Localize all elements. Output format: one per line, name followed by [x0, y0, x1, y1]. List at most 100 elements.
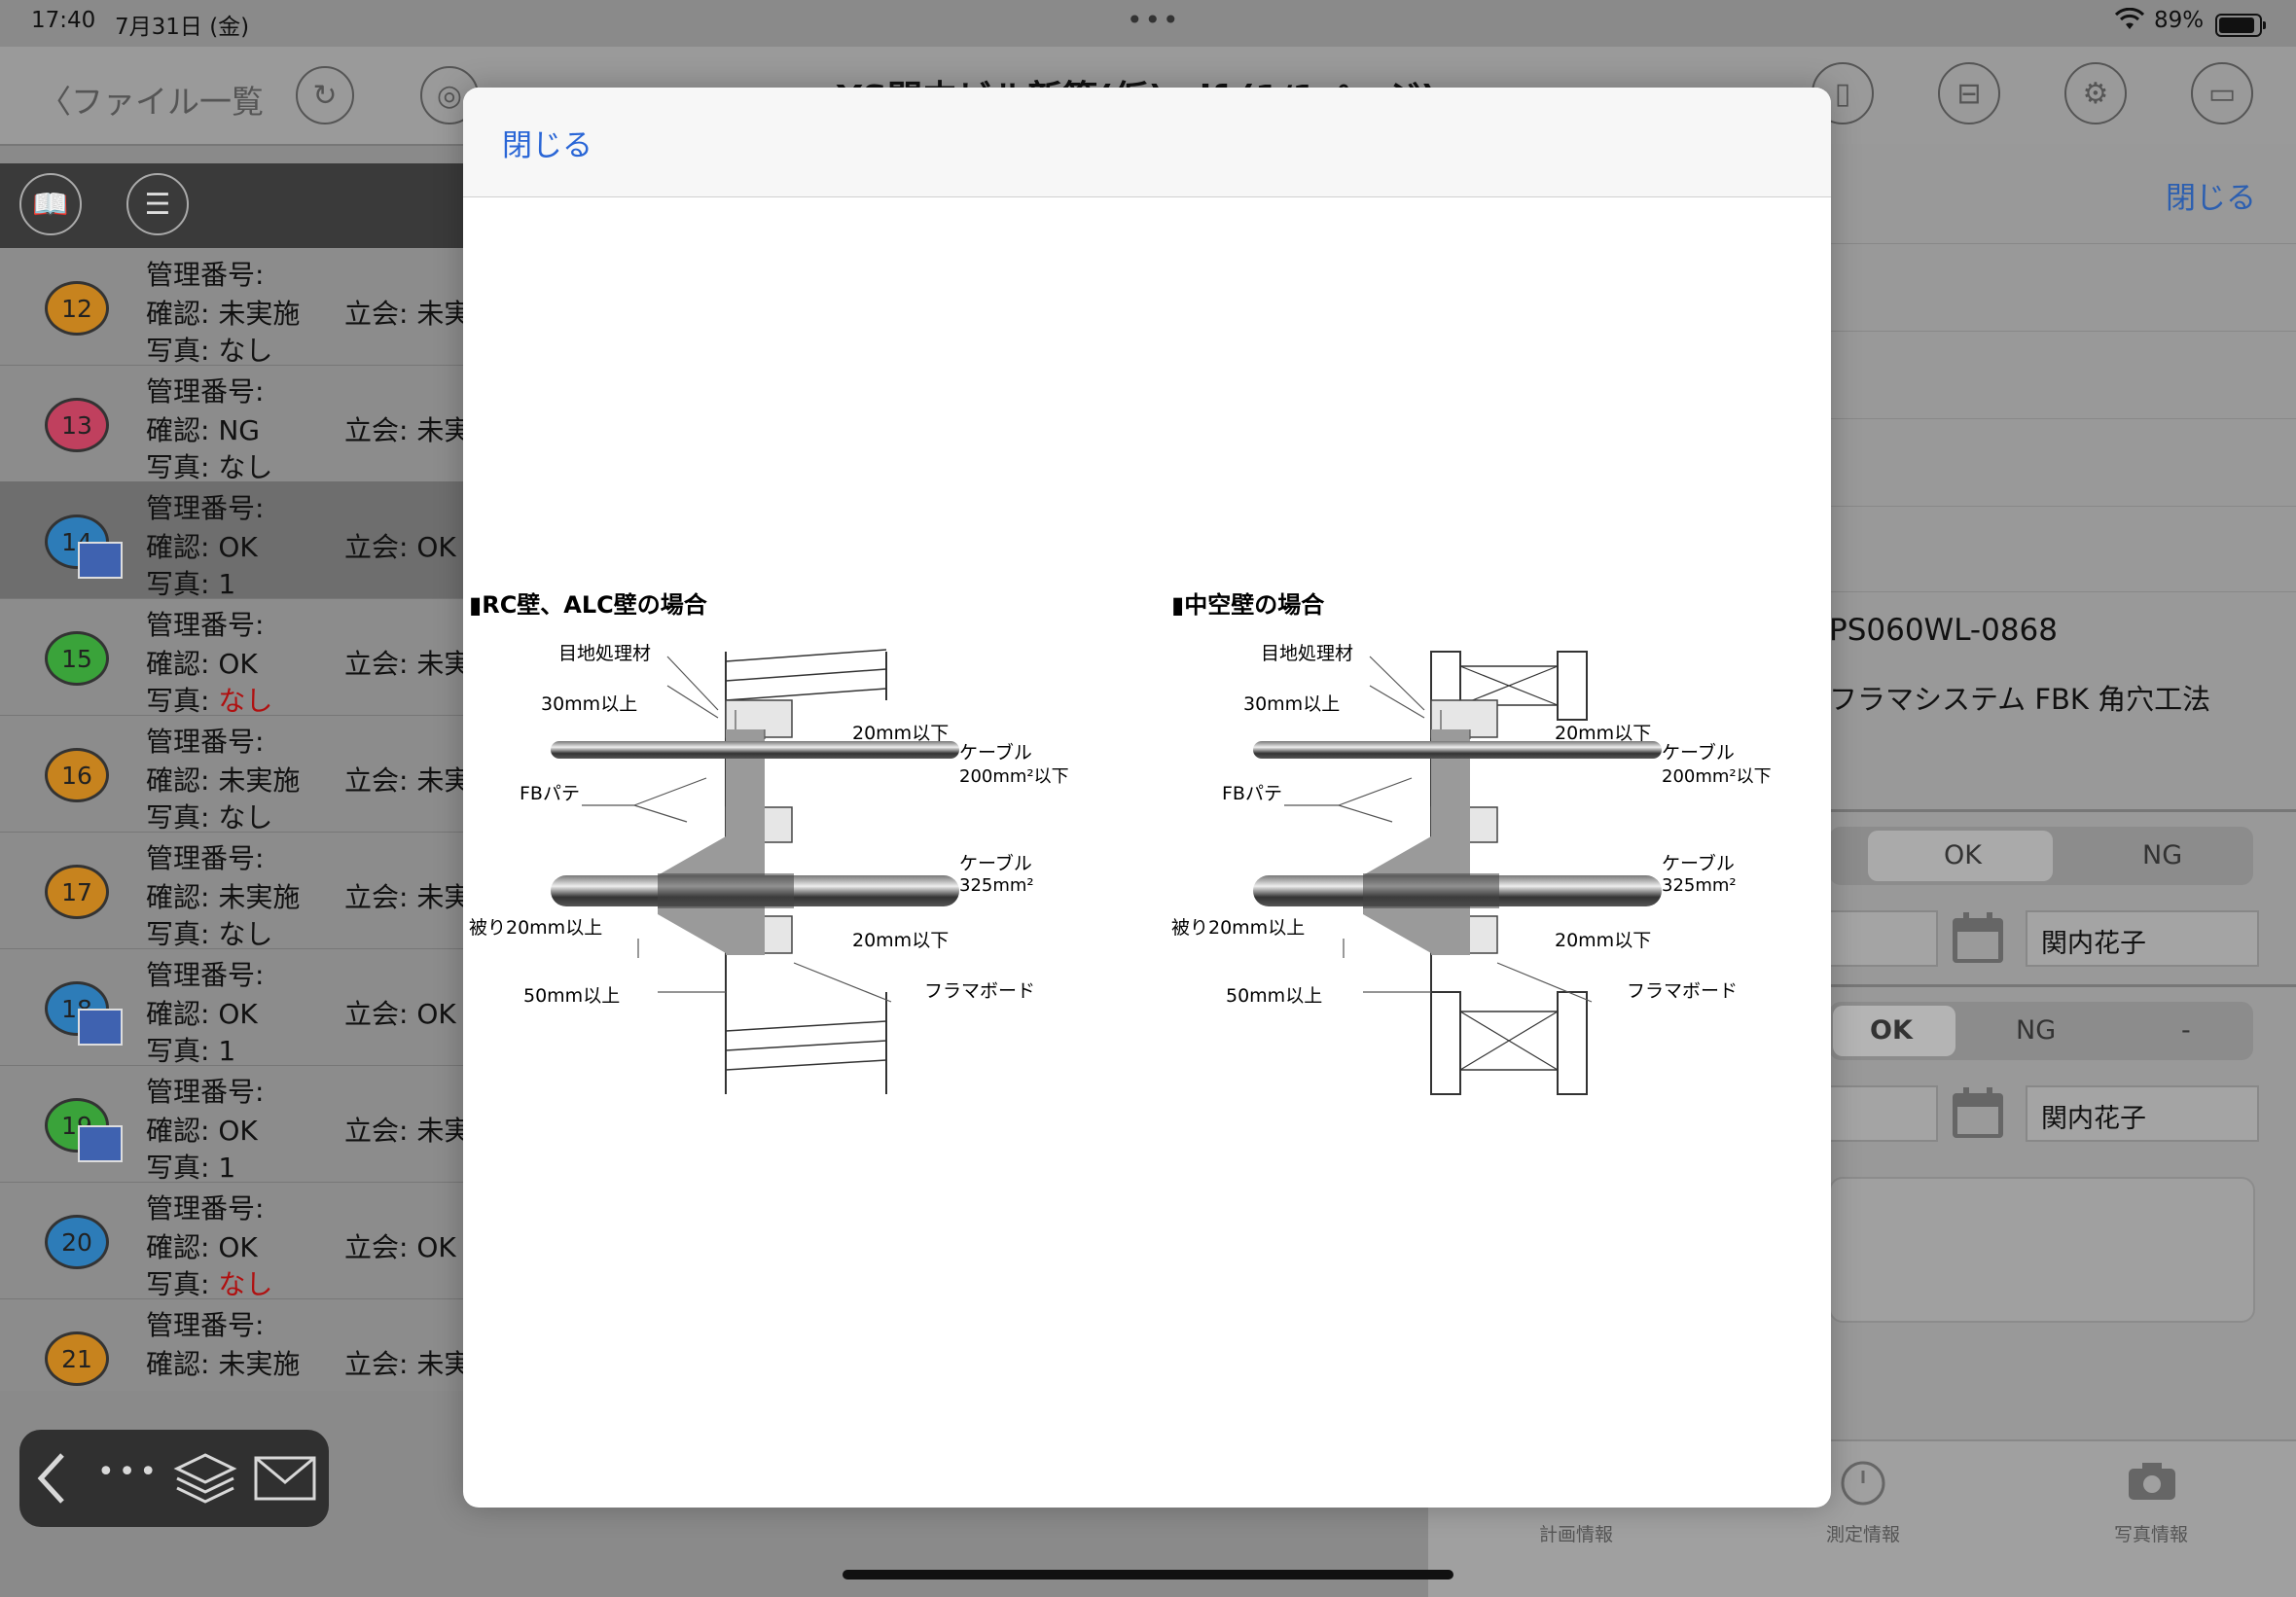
witness-value: 未実: [416, 1115, 463, 1147]
home-indicator[interactable]: [843, 1570, 1453, 1579]
tab-measure-info[interactable]: 測定情報: [1826, 1520, 1900, 1546]
chevron-left-icon[interactable]: [33, 1451, 72, 1506]
item-id-label: 管理番号:: [146, 609, 265, 641]
camera-icon[interactable]: [2127, 1459, 2177, 1504]
confirm-value: OK: [218, 648, 258, 680]
photo-attached-icon: [78, 1009, 123, 1046]
modal-header: 閉じる: [463, 88, 1831, 197]
image-preview-modal: 閉じる ▮RC壁、ALC壁の場合 目地処理材 30mm以上 20mm以下 ケーブ…: [463, 88, 1831, 1508]
battery-icon: [2215, 14, 2266, 37]
confirm-value: 未実施: [218, 764, 301, 797]
item-id-label: 管理番号:: [146, 1076, 265, 1108]
list-item[interactable]: 17 管理番号: 確認: 未実施 立会: 未実 写真: なし: [0, 832, 463, 950]
list-item-selected[interactable]: 14 管理番号: 確認: OK 立会: OK 写真: 1: [0, 481, 463, 600]
tab-photo-info[interactable]: 写真情報: [2114, 1520, 2188, 1546]
mail-icon[interactable]: [253, 1455, 317, 1502]
svg-text:ケーブル: ケーブル: [959, 852, 1032, 874]
memo-textarea[interactable]: [1829, 1177, 2255, 1323]
svg-text:200mm²以下: 200mm²以下: [959, 766, 1069, 787]
status-date: 7月31日 (金): [115, 15, 250, 40]
witness-value: 未実: [416, 414, 463, 446]
svg-text:目地処理材: 目地処理材: [558, 643, 651, 664]
svg-text:FBパテ: FBパテ: [1222, 783, 1282, 804]
witness-value: OK: [416, 1231, 456, 1263]
battery-percent: 89%: [2154, 8, 2205, 33]
item-id-label: 管理番号:: [146, 959, 265, 991]
confirm-ok-option[interactable]: OK: [1944, 840, 1982, 870]
photo-value: なし: [218, 1268, 273, 1300]
witness-none-option[interactable]: -: [2181, 1015, 2191, 1046]
witness-value: 未実: [416, 881, 463, 913]
svg-text:200mm²以下: 200mm²以下: [1662, 766, 1772, 787]
back-to-file-list-button[interactable]: 〈ファイル一覧: [39, 76, 264, 123]
detail-close-button[interactable]: 閉じる: [2166, 173, 2256, 217]
more-icon[interactable]: •••: [97, 1455, 161, 1489]
svg-text:325mm²: 325mm²: [1662, 875, 1737, 896]
list-item[interactable]: 13 管理番号: 確認: NG 立会: 未実 写真: なし: [0, 365, 463, 483]
list-item[interactable]: 15 管理番号: 確認: OK 立会: 未実 写真: なし: [0, 598, 463, 717]
gauge-icon[interactable]: [1839, 1459, 1887, 1508]
svg-text:フラマボード: フラマボード: [1627, 980, 1738, 1002]
confirm-value: OK: [218, 1231, 258, 1263]
diagram-title: ▮RC壁、ALC壁の場合: [469, 591, 708, 619]
svg-text:ケーブル: ケーブル: [959, 741, 1032, 763]
floating-toolbar: •••: [19, 1430, 329, 1527]
list-icon[interactable]: ☰: [126, 173, 189, 235]
layers-icon[interactable]: [173, 1451, 237, 1506]
list-item[interactable]: 12 管理番号: 確認: 未実施 立会: 未実 写真: なし: [0, 248, 463, 367]
witness-person-field[interactable]: 関内花子: [2026, 1085, 2259, 1142]
list-item[interactable]: 19 管理番号: 確認: OK 立会: 未実 写真: 1: [0, 1065, 463, 1184]
photo-value: なし: [218, 685, 273, 717]
window-icon[interactable]: ▭: [2191, 62, 2253, 124]
confirm-ng-option[interactable]: NG: [2142, 840, 2182, 870]
photo-value: なし: [218, 918, 273, 950]
status-bar: 17:40 7月31日 (金) ••• 89%: [0, 0, 2296, 47]
confirm-person-field[interactable]: 関内花子: [2026, 910, 2259, 967]
svg-text:30mm以上: 30mm以上: [541, 693, 637, 715]
list-item[interactable]: 20 管理番号: 確認: OK 立会: OK 写真: なし: [0, 1182, 463, 1300]
item-number-badge: 21: [45, 1331, 109, 1386]
confirm-value: OK: [218, 531, 258, 563]
witness-date-field[interactable]: [1829, 1085, 1938, 1142]
list-item[interactable]: 18 管理番号: 確認: OK 立会: OK 写真: 1: [0, 948, 463, 1067]
item-id-label: 管理番号:: [146, 375, 265, 408]
svg-text:20mm以下: 20mm以下: [1555, 723, 1651, 744]
confirm-value: NG: [218, 414, 260, 446]
svg-text:20mm以下: 20mm以下: [852, 930, 949, 951]
photo-attached-icon: [78, 1125, 123, 1162]
photo-value: なし: [218, 335, 273, 367]
svg-text:20mm以下: 20mm以下: [852, 723, 949, 744]
photo-value: なし: [218, 801, 273, 834]
refresh-icon[interactable]: ↻: [296, 66, 354, 124]
svg-text:FBパテ: FBパテ: [520, 783, 580, 804]
witness-ok-option[interactable]: OK: [1870, 1015, 1913, 1046]
list-toolbar: 📖 ☰: [0, 163, 463, 248]
photo-attached-icon: [78, 542, 123, 579]
list-item[interactable]: 21 管理番号: 確認: 未実施 立会: 未実: [0, 1298, 463, 1391]
multitask-dots[interactable]: •••: [1127, 4, 1181, 36]
item-number-badge: 15: [45, 631, 109, 686]
tab-plan-info[interactable]: 計画情報: [1539, 1520, 1613, 1546]
confirm-value: OK: [218, 998, 258, 1030]
gear-icon[interactable]: ⚙: [2064, 62, 2127, 124]
confirm-value: OK: [218, 1115, 258, 1147]
calendar-icon[interactable]: [1950, 1085, 2006, 1142]
witness-ng-option[interactable]: NG: [2016, 1015, 2056, 1046]
svg-text:目地処理材: 目地処理材: [1261, 643, 1353, 664]
rc-alc-wall-diagram: ▮RC壁、ALC壁の場合 目地処理材 30mm以上 20mm以下 ケーブル 20…: [469, 591, 1069, 1094]
photo-value: 1: [218, 1035, 236, 1067]
item-id-label: 管理番号:: [146, 842, 265, 874]
confirm-value: 未実施: [218, 1348, 301, 1380]
photo-value: 1: [218, 1152, 236, 1184]
svg-text:フラマボード: フラマボード: [924, 980, 1035, 1002]
inbox-icon[interactable]: ⊟: [1938, 62, 2000, 124]
modal-close-button[interactable]: 閉じる: [502, 121, 592, 164]
status-time: 17:40: [31, 8, 96, 33]
item-id-label: 管理番号:: [146, 259, 265, 291]
book-icon[interactable]: 📖: [19, 173, 82, 235]
list-item[interactable]: 16 管理番号: 確認: 未実施 立会: 未実 写真: なし: [0, 715, 463, 834]
confirm-date-field[interactable]: [1829, 910, 1938, 967]
calendar-icon[interactable]: [1950, 910, 2006, 967]
svg-text:325mm²: 325mm²: [959, 875, 1034, 896]
construction-method: フラマシステム FBK 角穴工法: [1829, 683, 2211, 716]
